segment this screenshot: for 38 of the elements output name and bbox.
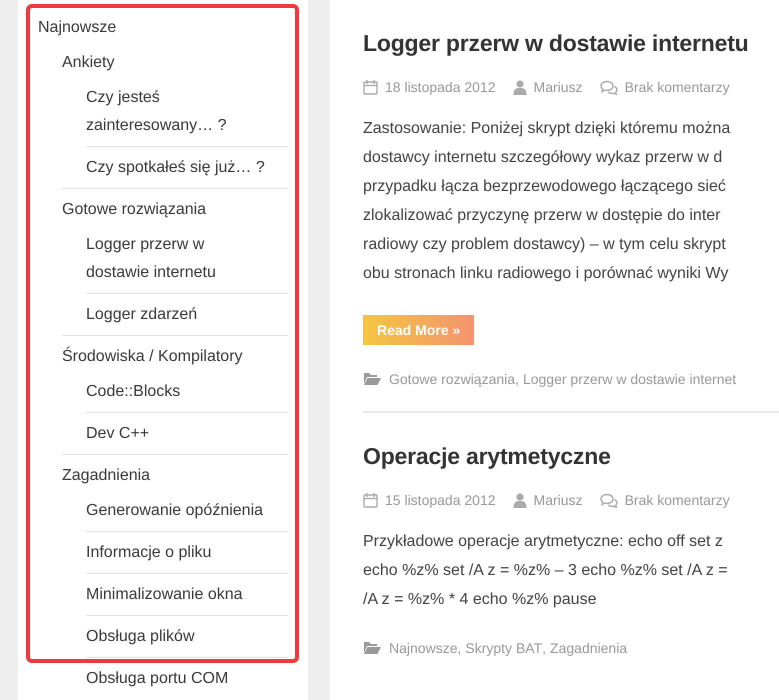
folder-icon: [363, 641, 381, 655]
category-link[interactable]: Czy spotkałeś się już… ?: [86, 147, 269, 182]
category-link[interactable]: Code::Blocks: [86, 371, 269, 406]
category-link[interactable]: Minimalizowanie okna: [86, 574, 269, 609]
user-icon: [512, 492, 527, 508]
calendar-icon: [363, 79, 378, 95]
folder-icon: [363, 372, 381, 386]
separator: ,: [457, 640, 462, 656]
excerpt-line: Przykładowe operacje arytmetyczne: echo off set z: [363, 532, 724, 552]
calendar-icon: [363, 492, 378, 508]
category-link[interactable]: Informacje o pliku: [86, 532, 269, 567]
category-link[interactable]: Najnowsze: [38, 7, 288, 42]
excerpt-line: przypadku łącza bezprzewodowego łączącego sieć: [363, 177, 727, 197]
category-link[interactable]: Ankiety: [62, 42, 288, 77]
category-link[interactable]: Generowanie opóźnienia: [86, 490, 269, 525]
post-title[interactable]: Operacje arytmetyczne: [363, 443, 611, 469]
category-link[interactable]: Logger zdarzeń: [86, 294, 269, 329]
category-link[interactable]: Obsługa portu COM: [86, 658, 269, 693]
excerpt-line: obu stronach linku radiowego i porównać wyniki Wy: [363, 264, 730, 284]
category-link[interactable]: Czy jesteś zainteresowany… ?: [86, 77, 269, 140]
category-link[interactable]: Logger przerw w dostawie internetu: [86, 224, 269, 287]
comments-icon: [600, 80, 618, 94]
excerpt-line: /A z = %z% * 4 echo %z% pause: [363, 590, 598, 610]
category-link[interactable]: Środowiska / Kompilatory: [62, 336, 288, 371]
comments-icon: [600, 492, 618, 508]
category-link[interactable]: Zagadnienia: [62, 455, 288, 490]
separator: ,: [542, 640, 546, 656]
post-title[interactable]: Logger przerw w dostawie internetu: [363, 30, 749, 56]
excerpt-line: echo %z% set /A z = %z% – 3 echo %z% set /A z =: [363, 561, 729, 581]
excerpt-line: Zastosowanie: Poniżej skrypt dzięki któremu można: [363, 119, 732, 139]
separator: ,: [515, 371, 519, 387]
excerpt-line: radiowy czy problem dostawcy) – w tym celu skrypt: [363, 235, 727, 255]
category-link[interactable]: Dev C++: [86, 413, 269, 448]
category-link[interactable]: Obsługa plików: [86, 616, 269, 651]
excerpt-line: zlokalizować przyczynę przerw w dostępie do inter: [363, 206, 722, 226]
excerpt-line: dostawcy internetu szczegółowy wykaz przerw w d: [363, 148, 724, 168]
user-icon: [512, 80, 527, 94]
category-link[interactable]: Gotowe rozwiązania: [62, 189, 288, 224]
